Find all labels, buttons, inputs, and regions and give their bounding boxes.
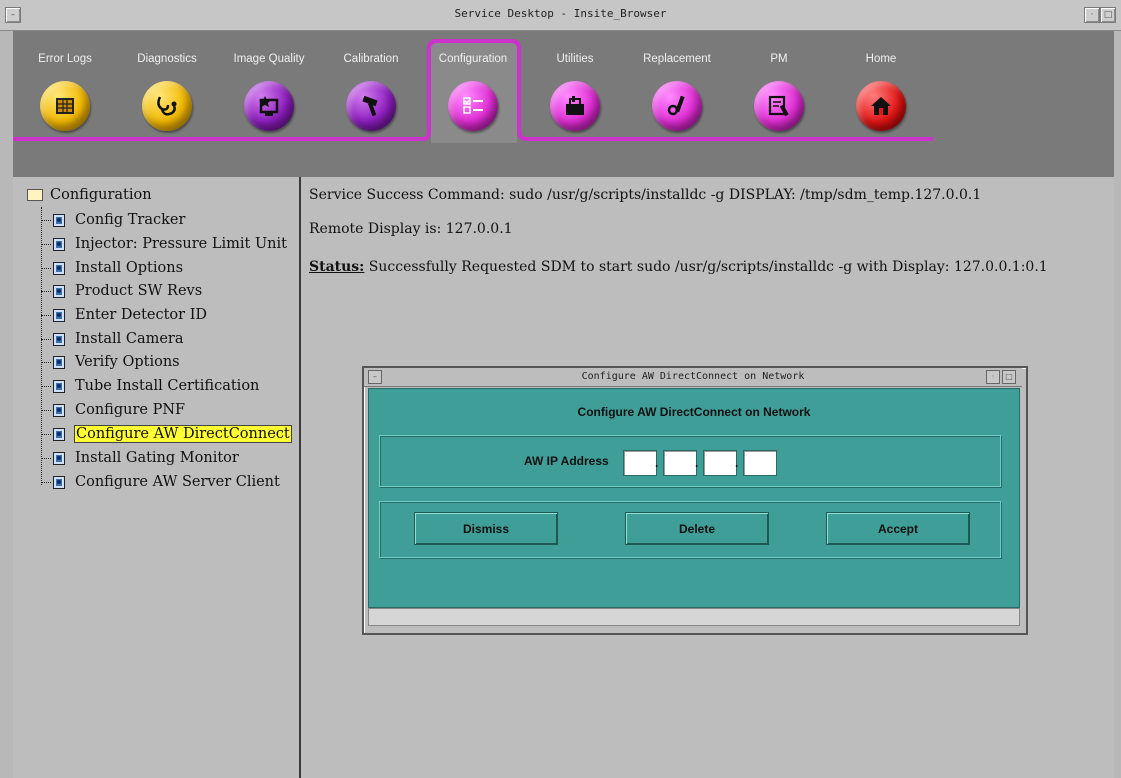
- document-icon: [53, 403, 65, 417]
- accept-button[interactable]: Accept: [826, 512, 970, 545]
- maximize-button[interactable]: □: [1100, 7, 1116, 23]
- toolbar: Error Logs Diagnostics Image Quality Cal…: [13, 31, 1114, 177]
- dialog-body: Configure AW DirectConnect on Network AW…: [368, 388, 1020, 608]
- document-icon: [53, 261, 65, 275]
- tab-replacement[interactable]: Replacement: [625, 31, 729, 141]
- tree-item-label: Product SW Revs: [75, 283, 203, 299]
- dialog-maximize-button[interactable]: □: [1002, 370, 1016, 384]
- tab-label: Home: [865, 53, 897, 65]
- tree-item-label: Install Gating Monitor: [75, 450, 239, 466]
- document-icon: [53, 284, 65, 298]
- document-icon: [53, 332, 65, 346]
- document-icon: [53, 379, 65, 393]
- dismiss-button[interactable]: Dismiss: [414, 512, 558, 545]
- ip-address-frame: AW IP Address . . .: [379, 435, 1001, 487]
- ip-octet-3-input[interactable]: [703, 450, 737, 476]
- tree-item-label: Tube Install Certification: [75, 378, 260, 394]
- ip-separator: .: [695, 456, 699, 470]
- delete-button[interactable]: Delete: [625, 512, 769, 545]
- tab-label: Error Logs: [38, 53, 92, 65]
- tree-item-label: Injector: Pressure Limit Unit: [75, 236, 287, 252]
- folder-icon: [27, 189, 43, 201]
- tab-utilities[interactable]: Utilities: [523, 31, 627, 141]
- hammer-icon: [346, 81, 396, 131]
- tree-item-product-sw-revs[interactable]: Product SW Revs: [41, 280, 202, 302]
- tab-label: Calibration: [343, 53, 399, 65]
- monitor-star-icon: [244, 81, 294, 131]
- tree-item-config-tracker[interactable]: Config Tracker: [41, 209, 185, 231]
- tree-item-verify-options[interactable]: Verify Options: [41, 351, 180, 373]
- toolbox-icon: [550, 81, 600, 131]
- tree-item-install-gating-monitor[interactable]: Install Gating Monitor: [41, 447, 239, 469]
- tree-item-label: Configure PNF: [75, 402, 186, 418]
- document-icon: [53, 427, 65, 441]
- tree-item-install-options[interactable]: Install Options: [41, 257, 183, 279]
- tab-error-logs[interactable]: Error Logs: [13, 31, 117, 141]
- tree-item-configure-pnf[interactable]: Configure PNF: [41, 399, 185, 421]
- window-title: Service Desktop - Insite_Browser: [454, 7, 667, 20]
- tree-item-label: Configure AW Server Client: [75, 474, 280, 490]
- remote-display-message: Remote Display is: 127.0.0.1: [309, 221, 513, 237]
- tree-root-label: Configuration: [50, 187, 152, 203]
- tab-label: Configuration: [438, 53, 508, 65]
- home-icon: [856, 81, 906, 131]
- configure-aw-dialog: – Configure AW DirectConnect on Network …: [362, 366, 1028, 635]
- tree-item-label: Verify Options: [75, 354, 180, 370]
- stethoscope-icon: [142, 81, 192, 131]
- tree-item-label: Config Tracker: [75, 212, 186, 228]
- ip-address-label: AW IP Address: [524, 454, 609, 468]
- checklist-icon: [448, 81, 498, 131]
- status-label: Status:: [309, 259, 365, 275]
- command-message: Service Success Command: sudo /usr/g/scr…: [309, 187, 982, 203]
- error-log-icon: [40, 81, 90, 131]
- document-icon: [53, 475, 65, 489]
- tab-home[interactable]: Home: [829, 31, 933, 141]
- tree-root-configuration[interactable]: Configuration: [27, 187, 152, 203]
- window-titlebar: – Service Desktop - Insite_Browser · □: [0, 0, 1121, 31]
- tree-item-enter-detector-id[interactable]: Enter Detector ID: [41, 304, 207, 326]
- dialog-heading: Configure AW DirectConnect on Network: [577, 405, 811, 419]
- tree-item-label: Configure AW DirectConnect: [74, 425, 292, 443]
- document-icon: [53, 237, 65, 251]
- tab-label: Image Quality: [233, 53, 305, 65]
- tree-item-label: Install Options: [75, 260, 184, 276]
- tree-item-injector-pressure-limit-unit[interactable]: Injector: Pressure Limit Unit: [41, 233, 287, 255]
- tree-item-tube-install-certification[interactable]: Tube Install Certification: [41, 375, 259, 397]
- tree-item-label: Enter Detector ID: [75, 307, 208, 323]
- ip-separator: .: [735, 456, 739, 470]
- document-icon: [53, 451, 65, 465]
- button-frame: Dismiss Delete Accept: [379, 501, 1001, 558]
- tab-diagnostics[interactable]: Diagnostics: [115, 31, 219, 141]
- tab-label: Replacement: [643, 53, 711, 65]
- dialog-titlebar: – Configure AW DirectConnect on Network …: [364, 368, 1022, 387]
- navigation-tree: Configuration Config Tracker Injector: P…: [13, 177, 301, 778]
- document-icon: [53, 355, 65, 369]
- tab-label: Utilities: [556, 53, 594, 65]
- calendar-wrench-icon: [754, 81, 804, 131]
- tree-item-configure-aw-directconnect[interactable]: Configure AW DirectConnect: [41, 423, 292, 445]
- tab-pm[interactable]: PM: [727, 31, 831, 141]
- dialog-minimize-button[interactable]: ·: [986, 370, 1000, 384]
- ip-octet-4-input[interactable]: [743, 450, 777, 476]
- tree-item-install-camera[interactable]: Install Camera: [41, 328, 184, 350]
- status-text: Successfully Requested SDM to start sudo…: [364, 259, 1048, 275]
- tab-configuration[interactable]: Configuration: [421, 31, 525, 141]
- minimize-button[interactable]: ·: [1084, 7, 1100, 23]
- tab-image-quality[interactable]: Image Quality: [217, 31, 321, 141]
- tree-item-configure-aw-server-client[interactable]: Configure AW Server Client: [41, 471, 280, 493]
- status-message: Status: Successfully Requested SDM to st…: [309, 259, 1048, 275]
- wrench-icon: [652, 81, 702, 131]
- ip-octet-1-input[interactable]: [623, 450, 657, 476]
- tab-calibration[interactable]: Calibration: [319, 31, 423, 141]
- document-icon: [53, 308, 65, 322]
- ip-octet-2-input[interactable]: [663, 450, 697, 476]
- tree-item-label: Install Camera: [75, 331, 184, 347]
- tab-label: Diagnostics: [137, 53, 197, 65]
- ip-separator: .: [655, 456, 659, 470]
- document-icon: [53, 213, 65, 227]
- tab-label: PM: [770, 53, 788, 65]
- dialog-status-strip: [368, 608, 1020, 626]
- dialog-title: Configure AW DirectConnect on Network: [581, 371, 805, 382]
